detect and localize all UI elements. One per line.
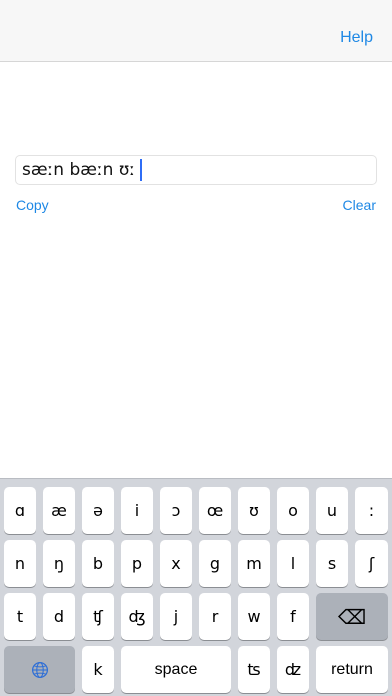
key-n[interactable]: n <box>4 540 36 587</box>
key-dz-ligature[interactable]: ʣ <box>277 646 309 693</box>
key-ae[interactable]: æ <box>43 487 75 534</box>
help-button[interactable]: Help <box>340 29 373 47</box>
key-schwa[interactable]: ə <box>82 487 114 534</box>
ipa-text-value: sæːn bæːn ʊː <box>22 160 136 180</box>
key-w[interactable]: w <box>238 593 270 640</box>
key-oe[interactable]: œ <box>199 487 231 534</box>
top-navigation-bar: Help <box>0 0 392 62</box>
key-b[interactable]: b <box>82 540 114 587</box>
key-o[interactable]: o <box>277 487 309 534</box>
copy-button[interactable]: Copy <box>16 197 49 213</box>
key-t[interactable]: t <box>4 593 36 640</box>
ipa-text-field[interactable]: sæːn bæːn ʊː <box>15 155 377 185</box>
key-a-script[interactable]: ɑ <box>4 487 36 534</box>
key-m[interactable]: m <box>238 540 270 587</box>
key-p[interactable]: p <box>121 540 153 587</box>
key-tesh[interactable]: ʧ <box>82 593 114 640</box>
clear-button[interactable]: Clear <box>343 197 376 213</box>
key-l[interactable]: l <box>277 540 309 587</box>
key-esh[interactable]: ʃ <box>355 540 388 587</box>
delete-key[interactable]: ⌫ <box>316 593 388 640</box>
key-r[interactable]: r <box>199 593 231 640</box>
globe-key[interactable] <box>4 646 75 693</box>
key-s[interactable]: s <box>316 540 348 587</box>
key-u[interactable]: u <box>316 487 348 534</box>
key-g[interactable]: g <box>199 540 231 587</box>
text-cursor <box>140 159 143 181</box>
key-j[interactable]: j <box>160 593 192 640</box>
key-open-o[interactable]: ɔ <box>160 487 192 534</box>
globe-icon <box>31 661 48 678</box>
key-k[interactable]: k <box>82 646 114 693</box>
key-ts-ligature[interactable]: ʦ <box>238 646 270 693</box>
space-key[interactable]: space <box>121 646 231 693</box>
return-key[interactable]: return <box>316 646 388 693</box>
key-dezh[interactable]: ʤ <box>121 593 153 640</box>
ipa-keyboard: ɑ æ ə i ɔ œ ʊ o u : n ŋ b p x g m l s ʃ … <box>0 478 392 696</box>
key-d[interactable]: d <box>43 593 75 640</box>
key-eng[interactable]: ŋ <box>43 540 75 587</box>
key-i[interactable]: i <box>121 487 153 534</box>
key-f[interactable]: f <box>277 593 309 640</box>
key-upsilon[interactable]: ʊ <box>238 487 270 534</box>
key-x[interactable]: x <box>160 540 192 587</box>
key-length-mark[interactable]: : <box>355 487 388 534</box>
